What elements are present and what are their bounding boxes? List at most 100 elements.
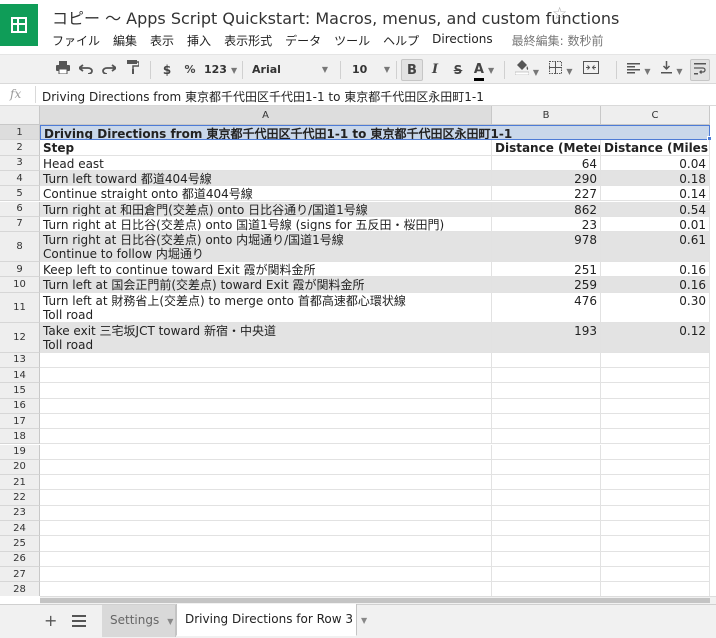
cell-distance-miles[interactable] — [601, 582, 710, 596]
cell-distance-meters[interactable]: 290 — [492, 170, 601, 187]
row-number[interactable]: 26 — [0, 551, 40, 567]
row-number[interactable]: 27 — [0, 566, 40, 583]
row-number[interactable]: 5 — [0, 186, 40, 202]
cell-step[interactable] — [40, 352, 492, 368]
sheets-logo-icon[interactable] — [0, 4, 38, 46]
scrollbar-thumb[interactable] — [40, 598, 710, 603]
cell-distance-meters[interactable]: 251 — [492, 262, 601, 278]
cell-step[interactable]: Turn left at 財務省上(交差点) to merge onto 首都高… — [40, 292, 492, 323]
row-number[interactable]: 15 — [0, 383, 40, 399]
cell-step[interactable] — [40, 551, 492, 567]
all-sheets-list-icon[interactable] — [72, 615, 86, 627]
currency-format-button[interactable]: $ — [160, 59, 174, 81]
cell-distance-miles[interactable]: 0.12 — [601, 322, 710, 353]
number-format-dropdown[interactable]: 123 ▼ — [204, 59, 237, 81]
paint-format-button[interactable] — [124, 59, 142, 81]
cell-step[interactable] — [40, 536, 492, 552]
borders-button[interactable]: ▼ — [548, 59, 574, 81]
last-edit-status[interactable]: 最終編集: 数秒前 — [512, 32, 604, 50]
cell-distance-miles[interactable] — [601, 505, 710, 521]
row-number[interactable]: 2 — [0, 140, 40, 156]
cell-distance-miles[interactable]: Distance (Miles) — [601, 140, 710, 156]
cell-distance-meters[interactable] — [492, 490, 601, 506]
cell-step[interactable]: Turn right at 和田倉門(交差点) onto 日比谷通り/国道1号線 — [40, 201, 492, 217]
cell-distance-meters[interactable]: 476 — [492, 292, 601, 323]
cell-step[interactable] — [40, 413, 492, 430]
menu-tools[interactable]: ツール — [334, 32, 370, 50]
row-number[interactable]: 16 — [0, 398, 40, 414]
font-size-dropdown[interactable]: 10 ▼ — [352, 59, 390, 81]
cell-step[interactable]: Turn right at 日比谷(交差点) onto 国道1号線 (signs… — [40, 216, 492, 233]
cell-distance-miles[interactable] — [601, 459, 710, 476]
cell-distance-meters[interactable]: 193 — [492, 322, 601, 353]
cell-step[interactable] — [40, 459, 492, 476]
cell-distance-miles[interactable]: 0.61 — [601, 232, 710, 263]
italic-button[interactable]: I — [426, 59, 444, 81]
row-number[interactable]: 10 — [0, 277, 40, 293]
cell-step[interactable]: Keep left to continue toward Exit 霞が関料金所 — [40, 262, 492, 278]
cell-distance-meters[interactable] — [492, 352, 601, 368]
horizontal-scrollbar[interactable] — [40, 596, 716, 604]
cell-distance-miles[interactable] — [601, 521, 710, 537]
cell-step[interactable] — [40, 383, 492, 399]
star-icon[interactable]: ☆ — [552, 4, 567, 24]
row-number[interactable]: 17 — [0, 413, 40, 430]
cell-step[interactable]: Head east — [40, 155, 492, 171]
cell-step[interactable]: Turn right at 日比谷(交差点) onto 内堀通り/国道1号線 Co… — [40, 232, 492, 263]
cell-distance-miles[interactable] — [601, 429, 710, 445]
percent-format-button[interactable]: % — [182, 59, 198, 81]
cell-distance-meters[interactable] — [492, 444, 601, 460]
menu-directions[interactable]: Directions — [432, 32, 492, 50]
cell-distance-miles[interactable]: 0.16 — [601, 262, 710, 278]
row-number[interactable]: 1 — [0, 125, 40, 141]
cell-distance-meters[interactable] — [492, 459, 601, 476]
cell-distance-miles[interactable] — [601, 490, 710, 506]
chevron-down-icon[interactable]: ▼ — [167, 617, 173, 626]
cell-distance-miles[interactable] — [601, 383, 710, 399]
cell-distance-miles[interactable]: 0.54 — [601, 201, 710, 217]
row-number[interactable]: 8 — [0, 232, 40, 263]
row-number[interactable]: 23 — [0, 505, 40, 521]
cell-step[interactable] — [40, 490, 492, 506]
column-header-b[interactable]: B — [492, 106, 601, 125]
menu-view[interactable]: 表示 — [150, 32, 174, 50]
cell-distance-meters[interactable] — [492, 413, 601, 430]
cell-distance-meters[interactable]: 259 — [492, 277, 601, 293]
cell-distance-meters[interactable] — [492, 429, 601, 445]
cell-step[interactable] — [40, 368, 492, 384]
cell-distance-meters[interactable] — [492, 566, 601, 583]
cell-distance-meters[interactable]: Distance (Meters) — [492, 140, 601, 156]
document-title[interactable]: コピー ～ Apps Script Quickstart: Macros, me… — [52, 5, 619, 29]
cell-distance-meters[interactable]: 64 — [492, 155, 601, 171]
cell-distance-meters[interactable] — [492, 475, 601, 491]
add-sheet-icon[interactable]: + — [44, 613, 57, 629]
cell-step[interactable]: Take exit 三宅坂JCT toward 新宿・中央道 Toll road — [40, 322, 492, 353]
row-number[interactable]: 20 — [0, 459, 40, 476]
row-number[interactable]: 25 — [0, 536, 40, 552]
sheet-tab-driving-directions[interactable]: Driving Directions for Row 3 ▼ — [176, 604, 367, 636]
text-color-button[interactable]: A ▼ — [472, 59, 496, 81]
menu-help[interactable]: ヘルプ — [383, 32, 419, 50]
cell-step[interactable]: Step — [40, 140, 492, 156]
cell-distance-miles[interactable] — [601, 475, 710, 491]
fill-color-button[interactable]: ▼ — [512, 59, 542, 81]
cell-distance-miles[interactable] — [601, 352, 710, 368]
row-number[interactable]: 13 — [0, 352, 40, 368]
cell-step[interactable]: Driving Directions from 東京都千代田区千代田1-1 to… — [40, 125, 710, 141]
bold-button[interactable]: B — [401, 59, 423, 81]
row-number[interactable]: 14 — [0, 368, 40, 384]
row-number[interactable]: 21 — [0, 475, 40, 491]
cell-distance-meters[interactable] — [492, 383, 601, 399]
cell-distance-miles[interactable]: 0.04 — [601, 155, 710, 171]
cell-step[interactable] — [40, 429, 492, 445]
row-number[interactable]: 3 — [0, 155, 40, 171]
cell-distance-miles[interactable] — [601, 444, 710, 460]
cell-step[interactable]: Turn left toward 都道404号線 — [40, 170, 492, 187]
sheet-tab-settings[interactable]: Settings ▼ — [102, 605, 176, 637]
cell-distance-miles[interactable] — [601, 368, 710, 384]
cell-distance-meters[interactable] — [492, 582, 601, 596]
cell-step[interactable]: Continue straight onto 都道404号線 — [40, 186, 492, 202]
cell-distance-miles[interactable] — [601, 566, 710, 583]
cell-step[interactable] — [40, 475, 492, 491]
row-number[interactable]: 28 — [0, 582, 40, 596]
